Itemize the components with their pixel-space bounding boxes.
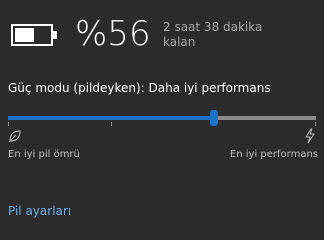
power-mode-slider[interactable] xyxy=(8,110,316,126)
battery-flyout: %56 2 saat 38 dakika kalan Güç modu (pil… xyxy=(0,0,324,235)
slider-track-filled xyxy=(8,116,214,120)
slider-tick xyxy=(315,122,316,126)
battery-percentage: %56 xyxy=(75,14,151,54)
time-remaining: 2 saat 38 dakika kalan xyxy=(163,20,263,49)
battery-fill xyxy=(15,28,34,42)
slider-track-empty xyxy=(216,116,316,120)
slider-tick xyxy=(8,122,9,126)
lightning-bolt-icon xyxy=(305,128,315,144)
slider-tick xyxy=(111,122,112,126)
battery-icon xyxy=(11,24,57,46)
leaf-icon xyxy=(8,130,21,143)
battery-settings-link[interactable]: Pil ayarları xyxy=(8,204,71,218)
slider-thumb[interactable] xyxy=(210,110,218,126)
best-battery-label: En iyi pil ömrü xyxy=(8,149,80,160)
best-performance-label: En iyi performans xyxy=(229,149,318,160)
power-mode-label: Güç modu (pildeyken): Daha iyi performan… xyxy=(8,81,271,95)
